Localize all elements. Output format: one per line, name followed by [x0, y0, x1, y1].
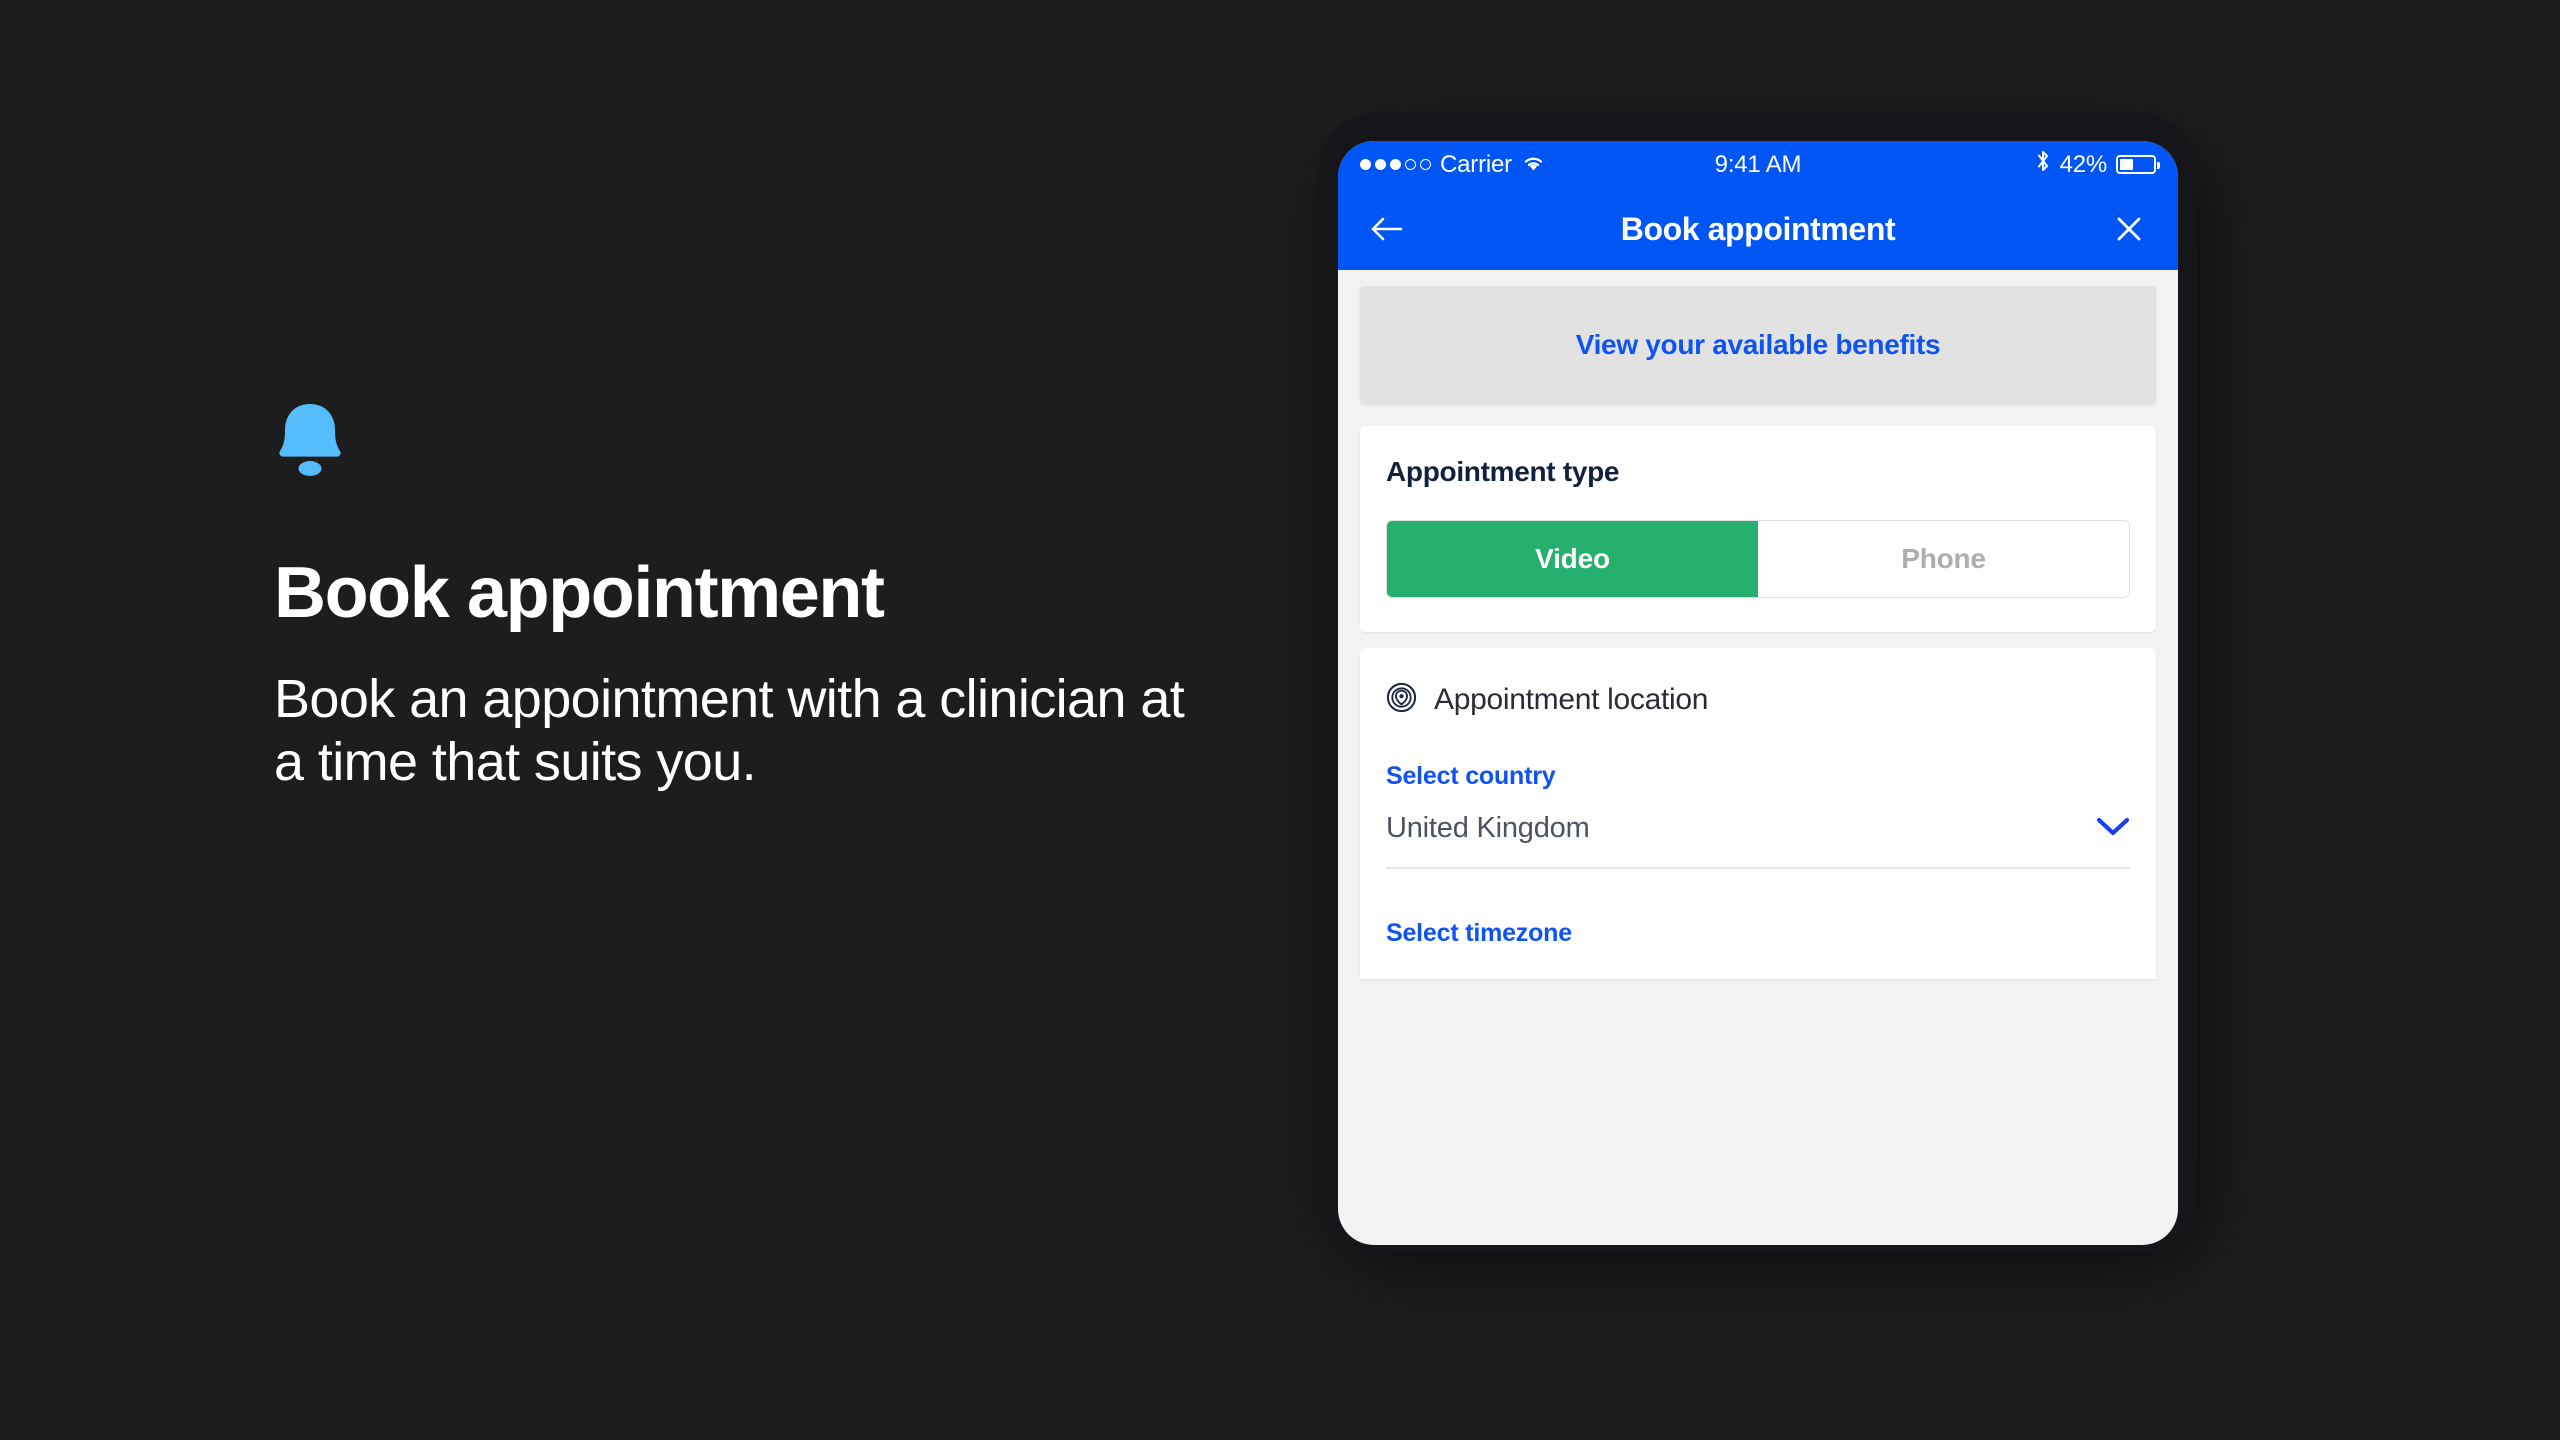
bell-icon — [274, 400, 346, 478]
status-bar-right: 42% — [2035, 149, 2160, 180]
view-benefits-label: View your available benefits — [1575, 329, 1941, 360]
chevron-down-icon — [2096, 816, 2130, 842]
back-button[interactable] — [1364, 206, 1410, 252]
appointment-location-title: Appointment location — [1434, 683, 1709, 716]
select-timezone-label: Select timezone — [1386, 919, 1572, 947]
view-benefits-banner[interactable]: View your available benefits — [1360, 286, 2156, 404]
select-country-value: United Kingdom — [1386, 812, 1590, 844]
select-country-dropdown[interactable]: United Kingdom — [1386, 812, 2130, 869]
arrow-left-icon — [1371, 217, 1403, 241]
status-bar: Carrier 9:41 AM 42% — [1338, 141, 2178, 188]
appointment-location-header: Appointment location — [1386, 682, 2130, 718]
appointment-type-card: Appointment type Video Phone — [1360, 426, 2156, 632]
battery-percent-label: 42% — [2059, 150, 2108, 178]
promo-panel: Book appointment Book an appointment wit… — [274, 400, 1234, 795]
select-country-label: Select country — [1386, 762, 1556, 790]
app-header-title: Book appointment — [1620, 210, 1896, 247]
location-target-icon — [1386, 682, 1417, 718]
status-bar-left: Carrier — [1360, 151, 1546, 179]
phone-screen: Carrier 9:41 AM 42% Book appointment Vie… — [1338, 141, 2178, 1245]
close-button[interactable] — [2106, 206, 2152, 252]
appointment-location-card: Appointment location Select country Unit… — [1360, 648, 2156, 979]
wifi-icon — [1521, 151, 1546, 179]
battery-icon — [2116, 155, 2160, 174]
appointment-type-segmented-control[interactable]: Video Phone — [1386, 520, 2130, 598]
bluetooth-icon — [2035, 149, 2051, 180]
page-description: Book an appointment with a clinician at … — [274, 668, 1185, 793]
screen-content[interactable]: View your available benefits Appointment… — [1338, 270, 2178, 1245]
page-title: Book appointment — [274, 553, 885, 633]
appointment-type-option-phone[interactable]: Phone — [1758, 521, 2129, 597]
carrier-label: Carrier — [1440, 150, 1512, 178]
appointment-type-option-video[interactable]: Video — [1387, 521, 1758, 597]
app-header: Book appointment — [1338, 188, 2178, 270]
signal-strength-icon — [1360, 159, 1431, 170]
appointment-type-title: Appointment type — [1386, 456, 1620, 487]
phone-frame: Carrier 9:41 AM 42% Book appointment Vie… — [1318, 112, 2198, 1254]
close-icon — [2117, 217, 2141, 241]
